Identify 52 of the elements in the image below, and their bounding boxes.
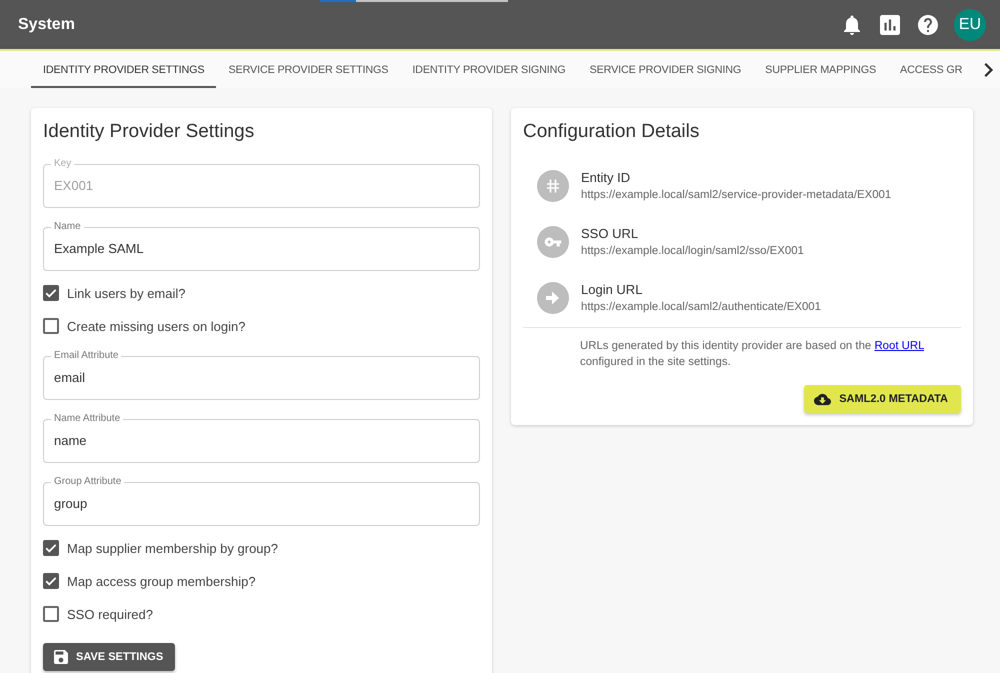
detail-title: Login URL bbox=[581, 281, 644, 299]
text-field[interactable]: Name Example SAML bbox=[43, 221, 480, 271]
checkbox[interactable] bbox=[43, 573, 59, 589]
tab[interactable]: ACCESS GR bbox=[888, 51, 974, 88]
checkbox[interactable] bbox=[43, 540, 59, 556]
chevron-right-icon[interactable] bbox=[982, 62, 996, 76]
tab[interactable]: IDENTITY PROVIDER SETTINGS bbox=[31, 51, 216, 88]
detail-title: SSO URL bbox=[581, 225, 640, 243]
checkbox-label: SSO required? bbox=[67, 606, 153, 622]
detail-url: https://example.local/saml2/authenticate/EX001 bbox=[581, 300, 821, 315]
hash-icon bbox=[537, 170, 569, 202]
help-icon[interactable] bbox=[918, 14, 938, 34]
saml-metadata-button[interactable]: SAML2.0 METADATA bbox=[804, 385, 961, 413]
card-title: Configuration Details bbox=[523, 120, 700, 144]
field-value: Example SAML bbox=[54, 240, 145, 258]
save-icon bbox=[54, 650, 68, 664]
tab[interactable]: IDENTITY PROVIDER SIGNING bbox=[400, 51, 578, 88]
root-url-link[interactable]: Root URL bbox=[874, 340, 924, 352]
tab[interactable]: SERVICE PROVIDER SIGNING bbox=[578, 51, 754, 88]
checkbox[interactable] bbox=[43, 318, 59, 334]
text-field[interactable]: Name Attribute name bbox=[43, 413, 480, 463]
field-label: Key bbox=[53, 158, 72, 170]
bar-chart-icon[interactable] bbox=[880, 14, 900, 34]
detail-url: https://example.local/saml2/service-provider-metadata/EX001 bbox=[581, 188, 892, 203]
field-label: Group Attribute bbox=[53, 476, 122, 488]
arrow-right-icon bbox=[537, 282, 569, 314]
field-value: email bbox=[54, 369, 86, 387]
field-value: EX001 bbox=[54, 177, 94, 195]
card-title: Identity Provider Settings bbox=[43, 120, 256, 144]
tab[interactable]: SUPPLIER MAPPINGS bbox=[753, 51, 888, 88]
checkbox-label: Create missing users on login? bbox=[67, 318, 246, 334]
field-label: Email Attribute bbox=[53, 350, 120, 362]
note-text: URLs generated by this identity provider are based on the Root URL configured in the site settings. bbox=[579, 339, 926, 370]
field-value: name bbox=[54, 432, 88, 450]
bell-icon[interactable] bbox=[842, 14, 862, 34]
text-field[interactable]: Email Attribute email bbox=[43, 350, 480, 400]
detail-url: https://example.local/login/saml2/sso/EX001 bbox=[581, 244, 804, 259]
app-title: System bbox=[18, 16, 75, 34]
detail-title: Entity ID bbox=[581, 169, 632, 187]
checkbox-label: Map supplier membership by group? bbox=[67, 540, 278, 556]
field-value: group bbox=[54, 495, 88, 513]
checkbox[interactable] bbox=[43, 606, 59, 622]
tab[interactable]: SERVICE PROVIDER SETTINGS bbox=[216, 51, 400, 88]
save-settings-button[interactable]: SAVE SETTINGS bbox=[43, 643, 176, 671]
checkbox-label: Link users by email? bbox=[67, 286, 186, 300]
key-icon bbox=[537, 226, 569, 258]
field-label: Name bbox=[53, 221, 82, 233]
field-label: Name Attribute bbox=[53, 413, 122, 425]
text-field[interactable]: Group Attribute group bbox=[43, 476, 480, 526]
checkbox-label: Map access group membership? bbox=[67, 574, 256, 588]
user-avatar[interactable]: EU bbox=[954, 8, 986, 40]
checkbox[interactable] bbox=[43, 285, 59, 301]
